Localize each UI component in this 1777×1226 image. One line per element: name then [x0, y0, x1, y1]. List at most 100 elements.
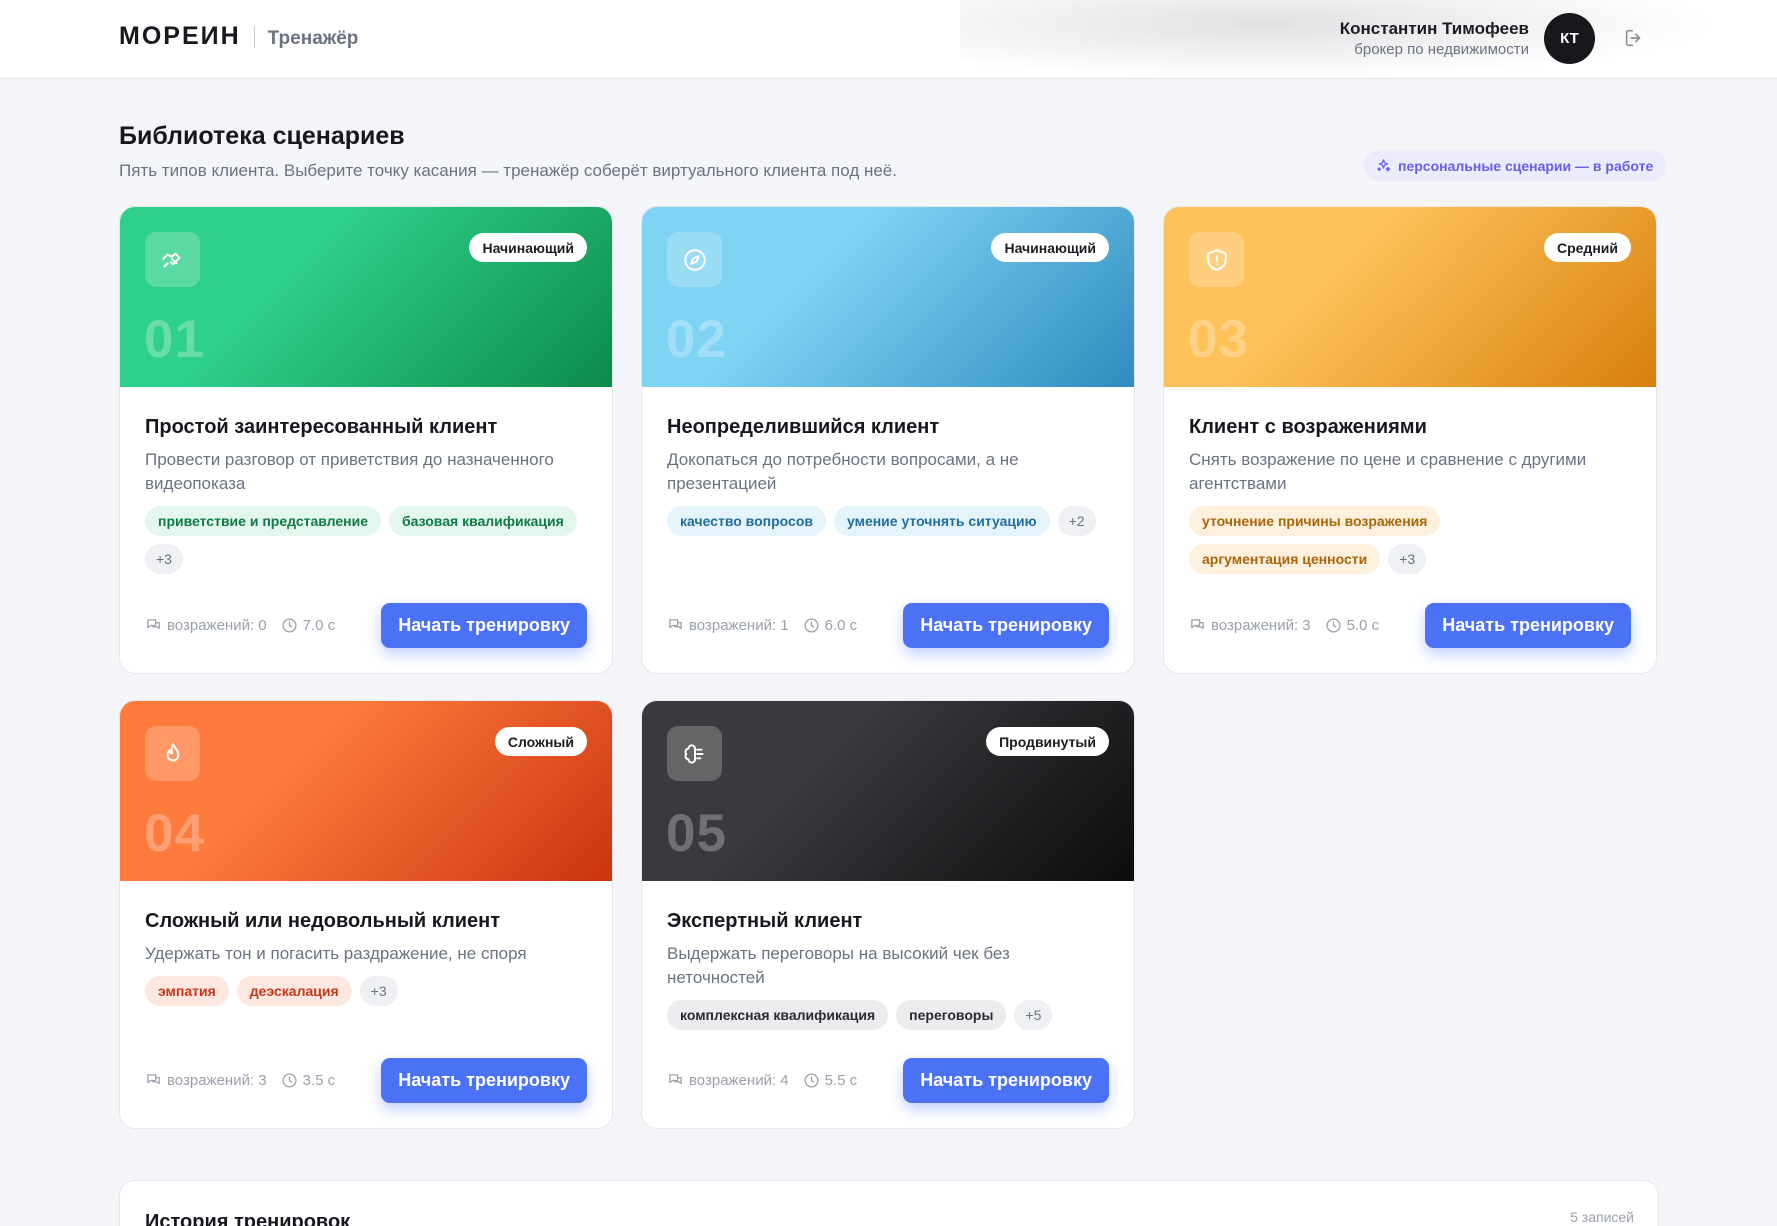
- duration-text: 5.5 с: [824, 1072, 858, 1089]
- level-badge: Продвинутый: [986, 727, 1109, 756]
- objections-count: возражений: 0: [145, 617, 267, 634]
- scenario-card[interactable]: Средний 03 Клиент с возражениями Снять в…: [1163, 206, 1657, 674]
- card-icon-tile: [145, 726, 200, 781]
- card-description: Провести разговор от приветствия до назн…: [145, 450, 554, 493]
- product-name: Тренажёр: [267, 27, 359, 49]
- top-header: МОРЕИН Тренажёр Константин Тимофеев брок…: [0, 0, 1777, 79]
- duration-text: 5.0 с: [1346, 617, 1380, 634]
- level-badge: Начинающий: [469, 233, 587, 262]
- card-body: Простой заинтересованный клиент Провести…: [120, 387, 612, 574]
- chat-icon: [1191, 619, 1204, 629]
- objections-count: возражений: 3: [145, 1072, 267, 1089]
- objections-count: возражений: 4: [667, 1072, 789, 1089]
- brain-icon: [684, 743, 704, 764]
- level-badge: Начинающий: [991, 233, 1109, 262]
- skill-tag: аргументация ценности: [1189, 544, 1381, 574]
- more-tags-chip[interactable]: +5: [1014, 1000, 1053, 1030]
- skill-tag: уточнение причины возражения: [1189, 506, 1441, 536]
- objections-text: возражений: 4: [689, 1072, 789, 1089]
- card-body: Клиент с возражениями Снять возражение п…: [1164, 387, 1656, 574]
- card-icon-tile: [145, 232, 200, 287]
- skill-tag: приветствие и представление: [145, 506, 382, 536]
- card-icon-tile: [1189, 232, 1244, 287]
- more-tags-chip[interactable]: +3: [1388, 544, 1427, 574]
- card-title: Клиент с возражениями: [1189, 416, 1427, 438]
- clock-icon: [282, 618, 297, 633]
- chat-icon: [669, 619, 682, 629]
- objections-count: возражений: 3: [1189, 617, 1311, 634]
- skill-tag: качество вопросов: [667, 506, 826, 536]
- more-tags-chip[interactable]: +2: [1057, 506, 1096, 536]
- scenario-card[interactable]: Начинающий 01 Простой заинтересованный к…: [119, 206, 613, 674]
- more-tags-chip[interactable]: +3: [359, 976, 398, 1006]
- skill-tags: комплексная квалификация переговоры +5: [667, 1000, 1109, 1030]
- compass-icon: [683, 248, 706, 271]
- skill-tag: базовая квалификация: [389, 506, 577, 536]
- card-number: 01: [144, 310, 205, 369]
- card-number: 04: [144, 804, 205, 863]
- clock-icon: [1326, 618, 1341, 633]
- page-title: Библиотека сценариев: [119, 122, 405, 150]
- scenario-card[interactable]: Начинающий 02 Неопределившийся клиент До…: [641, 206, 1135, 674]
- more-tags-chip[interactable]: +3: [145, 544, 183, 574]
- brand[interactable]: МОРЕИН Тренажёр: [119, 22, 358, 51]
- chat-icon: [147, 619, 160, 629]
- card-hero: Сложный 04: [120, 701, 612, 881]
- shield-alert-icon: [1206, 248, 1227, 271]
- card-footer: возражений: 3 5.0 с Начать тренировку: [1189, 603, 1631, 648]
- history-panel: История тренировок 5 записей: [119, 1180, 1659, 1226]
- chat-icon: [147, 1074, 160, 1084]
- objections-text: возражений: 1: [689, 617, 789, 634]
- chat-icon: [669, 1074, 682, 1084]
- start-training-button[interactable]: Начать тренировку: [381, 1058, 587, 1103]
- start-training-button[interactable]: Начать тренировку: [381, 603, 587, 648]
- objections-text: возражений: 3: [1211, 617, 1311, 634]
- clock-icon: [282, 1073, 297, 1088]
- page-subtitle: Пять типов клиента. Выберите точку касан…: [119, 161, 897, 180]
- handshake-icon: [161, 252, 180, 267]
- card-hero: Средний 03: [1164, 207, 1656, 387]
- skill-tags: эмпатия деэскалация +3: [145, 976, 587, 1006]
- card-title: Сложный или недовольный клиент: [145, 910, 501, 932]
- card-title: Неопределившийся клиент: [667, 416, 940, 438]
- avatar[interactable]: КТ: [1544, 13, 1595, 64]
- start-training-button[interactable]: Начать тренировку: [903, 603, 1109, 648]
- card-description: Докопаться до потребности вопросами, а н…: [667, 450, 1019, 493]
- personal-scenarios-badge: персональные сценарии — в работе: [1364, 150, 1667, 181]
- duration: 5.5 с: [803, 1072, 858, 1089]
- duration: 6.0 с: [803, 617, 858, 634]
- clock-icon: [804, 618, 819, 633]
- card-footer: возражений: 4 5.5 с Начать тренировку: [667, 1058, 1109, 1103]
- start-training-button[interactable]: Начать тренировку: [1425, 603, 1631, 648]
- history-title: История тренировок: [145, 1211, 351, 1226]
- duration: 7.0 с: [281, 617, 335, 634]
- card-body: Экспертный клиент Выдержать переговоры н…: [642, 881, 1134, 1030]
- card-hero: Начинающий 02: [642, 207, 1134, 387]
- card-icon-tile: [667, 232, 722, 287]
- objections-count: возражений: 1: [667, 617, 789, 634]
- card-number: 05: [666, 804, 727, 863]
- scenario-card[interactable]: Продвинутый 05 Экспертный клиент Выдержа…: [641, 700, 1135, 1129]
- card-icon-tile: [667, 726, 722, 781]
- user-info: Константин Тимофеев брокер по недвижимос…: [1340, 18, 1529, 59]
- card-number: 03: [1188, 310, 1249, 369]
- start-training-button[interactable]: Начать тренировку: [903, 1058, 1109, 1103]
- card-number: 02: [666, 310, 727, 369]
- duration: 5.0 с: [1325, 617, 1380, 634]
- card-footer: возражений: 0 7.0 с Начать тренировку: [145, 603, 587, 648]
- level-badge: Средний: [1543, 233, 1631, 262]
- history-count: 5 записей: [1570, 1209, 1634, 1225]
- card-description: Удержать тон и погасить раздражение, не …: [145, 944, 527, 963]
- duration-text: 6.0 с: [824, 617, 858, 634]
- objections-text: возражений: 0: [167, 617, 267, 634]
- skill-tags: уточнение причины возражения аргументация…: [1189, 506, 1631, 574]
- card-description: Снять возражение по цене и сравнение с д…: [1189, 450, 1587, 493]
- skill-tag: переговоры: [896, 1000, 1007, 1030]
- card-hero: Начинающий 01: [120, 207, 612, 387]
- flame-icon: [166, 742, 179, 761]
- logout-icon[interactable]: [1623, 27, 1645, 49]
- card-description: Выдержать переговоры на высокий чек без …: [667, 944, 1010, 987]
- objections-text: возражений: 3: [167, 1072, 267, 1089]
- user-name: Константин Тимофеев: [1339, 19, 1529, 38]
- scenario-card[interactable]: Сложный 04 Сложный или недовольный клиен…: [119, 700, 613, 1129]
